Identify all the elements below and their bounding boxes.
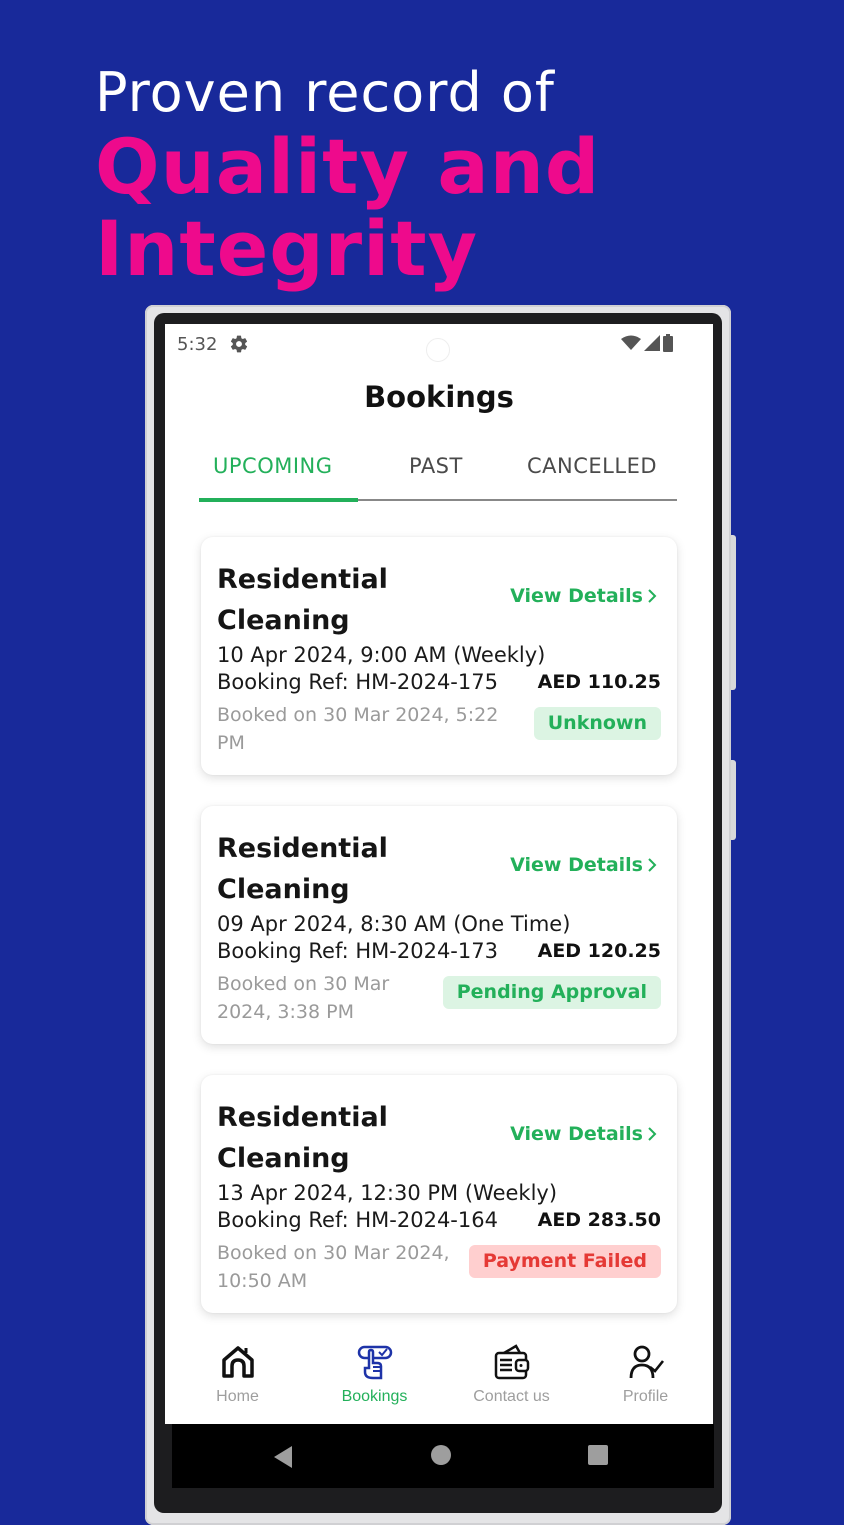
booking-ref: Booking Ref: HM-2024-175 (217, 670, 498, 694)
wifi-icon (621, 335, 641, 350)
booked-on: Booked on 30 Mar 2024, 3:38 PM (217, 973, 390, 1023)
tab-upcoming[interactable]: UPCOMING (213, 454, 333, 478)
back-icon[interactable] (272, 1444, 294, 1470)
nav-contact-us-label: Contact us (473, 1388, 550, 1405)
booking-tabs: UPCOMING PAST CANCELLED (199, 446, 677, 504)
chevron-right-icon (648, 1127, 657, 1141)
booked-on: Booked on 30 Mar 2024, 10:50 AM (217, 1242, 450, 1292)
service-title: Residential Cleaning (217, 833, 388, 905)
view-details-label: View Details (510, 585, 643, 607)
status-icons (621, 334, 673, 352)
system-navigation-bar (172, 1424, 714, 1488)
service-title: Residential Cleaning (217, 1102, 388, 1174)
status-badge: Unknown (533, 707, 661, 740)
status-badge: Pending Approval (442, 976, 661, 1009)
status-time: 5:32 (177, 334, 218, 355)
gear-icon (230, 335, 248, 353)
tab-past[interactable]: PAST (409, 454, 463, 478)
booking-ref: Booking Ref: HM-2024-173 (217, 939, 498, 963)
nav-bookings-label: Bookings (341, 1388, 408, 1405)
nav-profile[interactable]: Profile (577, 1342, 713, 1406)
signal-icon (644, 335, 660, 351)
booking-datetime: 13 Apr 2024, 12:30 PM (Weekly) (217, 1181, 558, 1205)
home-icon (221, 1346, 254, 1378)
profile-icon (629, 1345, 664, 1379)
page-title: Bookings (364, 380, 514, 414)
view-details-label: View Details (510, 1123, 643, 1145)
booking-datetime: 10 Apr 2024, 9:00 AM (Weekly) (217, 643, 546, 667)
battery-icon (663, 334, 673, 352)
chevron-right-icon (648, 858, 657, 872)
headline-line-3: Integrity (95, 204, 479, 293)
active-tab-indicator (199, 498, 358, 502)
service-title: Residential Cleaning (217, 564, 388, 636)
booking-datetime: 09 Apr 2024, 8:30 AM (One Time) (217, 912, 571, 936)
bottom-navigation: Home Bookings Contact us Profile (165, 1334, 713, 1424)
view-details-link[interactable]: View Details (510, 854, 657, 876)
bookings-icon (357, 1345, 392, 1380)
booking-card[interactable]: Residential Cleaning View Details 10 Apr… (201, 537, 677, 775)
chevron-right-icon (648, 589, 657, 603)
recents-icon[interactable] (587, 1444, 609, 1466)
promo-headline: Proven record of Quality and Integrity (95, 62, 600, 290)
wallet-icon (494, 1344, 529, 1380)
front-camera (426, 338, 450, 362)
nav-home-label: Home (216, 1388, 259, 1405)
nav-home[interactable]: Home (169, 1342, 306, 1406)
home-circle-icon[interactable] (430, 1444, 452, 1466)
status-bar: 5:32 (165, 324, 713, 364)
booking-card[interactable]: Residential Cleaning View Details 13 Apr… (201, 1075, 677, 1313)
nav-contact-us[interactable]: Contact us (443, 1342, 580, 1406)
status-badge: Payment Failed (468, 1245, 661, 1278)
phone-power-button (731, 760, 736, 840)
headline-line-1: Proven record of (95, 61, 555, 124)
booking-card[interactable]: Residential Cleaning View Details 09 Apr… (201, 806, 677, 1044)
headline-line-2: Quality and (95, 122, 601, 211)
phone-volume-button (731, 535, 736, 690)
view-details-link[interactable]: View Details (510, 1123, 657, 1145)
tab-cancelled[interactable]: CANCELLED (527, 454, 657, 478)
booked-on: Booked on 30 Mar 2024, 5:22 PM (217, 704, 499, 754)
phone-screen: 5:32 Bookings UPCOMING PAST CANCELLED Re… (165, 324, 713, 1424)
booking-amount: AED 283.50 (537, 1209, 661, 1231)
booking-amount: AED 120.25 (537, 940, 661, 962)
booking-ref: Booking Ref: HM-2024-164 (217, 1208, 498, 1232)
booking-amount: AED 110.25 (537, 671, 661, 693)
nav-bookings[interactable]: Bookings (306, 1342, 443, 1406)
view-details-label: View Details (510, 854, 643, 876)
view-details-link[interactable]: View Details (510, 585, 657, 607)
nav-profile-label: Profile (622, 1388, 669, 1405)
